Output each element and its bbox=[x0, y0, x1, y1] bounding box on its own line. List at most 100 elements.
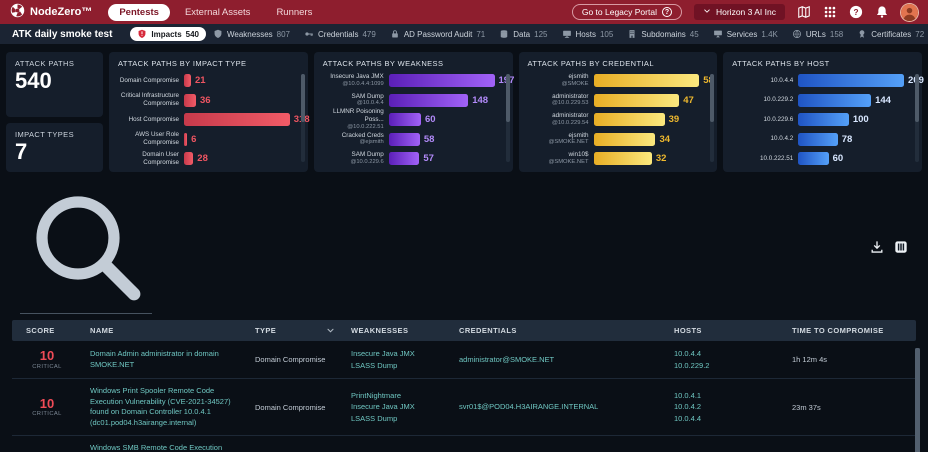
bar[interactable] bbox=[798, 133, 837, 146]
org-selector[interactable]: Horizon 3 AI Inc bbox=[694, 4, 785, 20]
chart-bar-row[interactable]: 10.0.229.6 100 bbox=[732, 111, 904, 128]
search-icon bbox=[22, 182, 150, 310]
bar[interactable] bbox=[798, 113, 849, 126]
bar[interactable] bbox=[389, 113, 421, 126]
chart-bar-row[interactable]: 10.0.222.51 60 bbox=[732, 150, 904, 167]
table-row[interactable]: 10 CRITICAL Windows Print Spooler Remote… bbox=[12, 379, 916, 436]
bar[interactable] bbox=[594, 113, 665, 126]
bar[interactable] bbox=[389, 94, 468, 107]
chart-bar-row[interactable]: Domain User Compromise 28 bbox=[118, 150, 290, 167]
map-button[interactable] bbox=[797, 5, 811, 19]
avatar[interactable] bbox=[901, 4, 918, 21]
chart-attack-paths-by-host: ATTACK PATHS BY HOST 10.0.4.4 209 10.0.2… bbox=[723, 52, 922, 172]
impact-name[interactable]: Windows SMB Remote Code Execution Vulner… bbox=[82, 443, 247, 452]
columns-button[interactable] bbox=[894, 240, 908, 254]
stat-hosts[interactable]: Hosts 105 bbox=[555, 27, 621, 41]
stat-weaknesses[interactable]: Weaknesses 807 bbox=[206, 27, 297, 41]
bar[interactable] bbox=[594, 133, 656, 146]
stat-value: 105 bbox=[600, 30, 613, 39]
stat-credentials[interactable]: Credentials 479 bbox=[297, 27, 383, 41]
avatar-icon bbox=[901, 4, 918, 21]
chart-scrollbar[interactable] bbox=[710, 74, 714, 162]
impact-name[interactable]: Windows Print Spooler Remote Code Execut… bbox=[82, 386, 247, 428]
chart-bar-row[interactable]: Critical Infrastructure Compromise 36 bbox=[118, 92, 290, 109]
list-item[interactable]: Insecure Java JMX bbox=[351, 401, 443, 413]
col-time-to-compromise[interactable]: TIME TO COMPROMISE bbox=[784, 326, 916, 335]
chart-bar-row[interactable]: 10.0.4.4 209 bbox=[732, 72, 904, 89]
chart-bar-row[interactable]: ejsmith@SMOKE 58 bbox=[528, 72, 700, 89]
download-button[interactable] bbox=[870, 240, 884, 254]
bar[interactable] bbox=[389, 133, 420, 146]
chart-scrollbar[interactable] bbox=[301, 74, 305, 162]
chart-scrollbar[interactable] bbox=[915, 74, 919, 162]
chart-bar-row[interactable]: Domain Compromise 21 bbox=[118, 72, 290, 89]
chart-bar-row[interactable]: Insecure Java JMX@10.0.4.4:1099 197 bbox=[323, 72, 495, 89]
bar[interactable] bbox=[798, 74, 904, 87]
impact-name[interactable]: Domain Admin administrator in domain SMO… bbox=[82, 349, 247, 370]
stat-certificates[interactable]: Certificates 72 bbox=[850, 27, 928, 41]
col-type[interactable]: TYPE bbox=[247, 326, 343, 335]
tab-external-assets[interactable]: External Assets bbox=[174, 4, 261, 21]
bar[interactable] bbox=[184, 74, 191, 87]
bar[interactable] bbox=[184, 94, 196, 107]
bar[interactable] bbox=[798, 94, 871, 107]
chart-bar-row[interactable]: administrator@10.0.229.54 39 bbox=[528, 111, 700, 128]
list-item[interactable]: LSASS Dump bbox=[351, 360, 443, 372]
stat-data[interactable]: Data 125 bbox=[492, 27, 554, 41]
chart-bar-row[interactable]: AWS User Role Compromise 6 bbox=[118, 131, 290, 148]
list-item[interactable]: 10.0.4.1 bbox=[674, 390, 776, 402]
stat-urls[interactable]: URLs 158 bbox=[785, 27, 850, 41]
chart-bar-row[interactable]: ejsmith@SMOKE.NET 34 bbox=[528, 131, 700, 148]
bar[interactable] bbox=[594, 152, 652, 165]
table-row[interactable]: 10 CRITICAL Domain Admin administrator i… bbox=[12, 341, 916, 379]
col-score[interactable]: SCORE bbox=[12, 326, 82, 335]
chart-bar-row[interactable]: SAM Dump@10.0.229.6 57 bbox=[323, 150, 495, 167]
chart-bar-row[interactable]: LLMNR Poisoning Poss...@10.0.222.51 60 bbox=[323, 111, 495, 128]
bar[interactable] bbox=[594, 94, 680, 107]
score-cell: 10 CRITICAL bbox=[12, 397, 82, 417]
stat-impacts[interactable]: Impacts 540 bbox=[130, 27, 206, 41]
list-item[interactable]: 10.0.4.4 bbox=[674, 348, 776, 360]
legacy-portal-button[interactable]: Go to Legacy Portal ? bbox=[572, 4, 682, 20]
chart-bar-row[interactable]: 10.0.229.2 144 bbox=[732, 92, 904, 109]
chart-bar-row[interactable]: Cracked Creds@ejsmith 58 bbox=[323, 131, 495, 148]
stat-ad-password-audit[interactable]: AD Password Audit 71 bbox=[383, 27, 492, 41]
list-item[interactable]: administrator@SMOKE.NET bbox=[459, 354, 658, 366]
tab-pentests[interactable]: Pentests bbox=[108, 4, 170, 21]
chart-bar-row[interactable]: Host Compromise 318 bbox=[118, 111, 290, 128]
bar[interactable] bbox=[389, 152, 420, 165]
help-button[interactable]: ? bbox=[849, 5, 863, 19]
list-item[interactable]: PrintNightmare bbox=[351, 390, 443, 402]
bar[interactable] bbox=[594, 74, 700, 87]
impact-type: Domain Compromise bbox=[247, 355, 343, 364]
bar[interactable] bbox=[184, 152, 193, 165]
nodezero-logo[interactable]: NodeZero™ bbox=[10, 3, 92, 21]
bar[interactable] bbox=[184, 113, 290, 126]
table-row[interactable]: 10 CRITICAL Windows SMB Remote Code Exec… bbox=[12, 436, 916, 452]
list-item[interactable]: svr01$@POD04.H3AIRANGE.INTERNAL bbox=[459, 401, 658, 413]
col-hosts[interactable]: HOSTS bbox=[666, 326, 784, 335]
list-item[interactable]: 10.0.4.4 bbox=[674, 413, 776, 425]
col-name[interactable]: NAME bbox=[82, 326, 247, 335]
tab-runners[interactable]: Runners bbox=[265, 4, 323, 21]
list-item[interactable]: LSASS Dump bbox=[351, 413, 443, 425]
chart-bar-row[interactable]: 10.0.4.2 78 bbox=[732, 131, 904, 148]
stat-subdomains[interactable]: Subdomains 45 bbox=[620, 27, 705, 41]
chart-scrollbar[interactable] bbox=[506, 74, 510, 162]
notifications-button[interactable] bbox=[875, 5, 889, 19]
chart-bar-row[interactable]: SAM Dump@10.0.4.4 148 bbox=[323, 92, 495, 109]
col-credentials[interactable]: CREDENTIALS bbox=[451, 326, 666, 335]
bar[interactable] bbox=[389, 74, 495, 87]
bar[interactable] bbox=[798, 152, 828, 165]
col-weaknesses[interactable]: WEAKNESSES bbox=[343, 326, 451, 335]
chart-bar-row[interactable]: win10$@SMOKE.NET 32 bbox=[528, 150, 700, 167]
list-item[interactable]: 10.0.229.2 bbox=[674, 360, 776, 372]
chart-bar-row[interactable]: administrator@10.0.229.53 47 bbox=[528, 92, 700, 109]
list-item[interactable]: Insecure Java JMX bbox=[351, 348, 443, 360]
stat-services[interactable]: Services 1.4K bbox=[706, 27, 785, 41]
list-item[interactable]: 10.0.4.2 bbox=[674, 401, 776, 413]
table-scrollbar[interactable] bbox=[915, 348, 920, 452]
bar[interactable] bbox=[184, 133, 187, 146]
apps-button[interactable] bbox=[823, 5, 837, 19]
bar-sublabel: @10.0.222.51 bbox=[323, 124, 384, 131]
